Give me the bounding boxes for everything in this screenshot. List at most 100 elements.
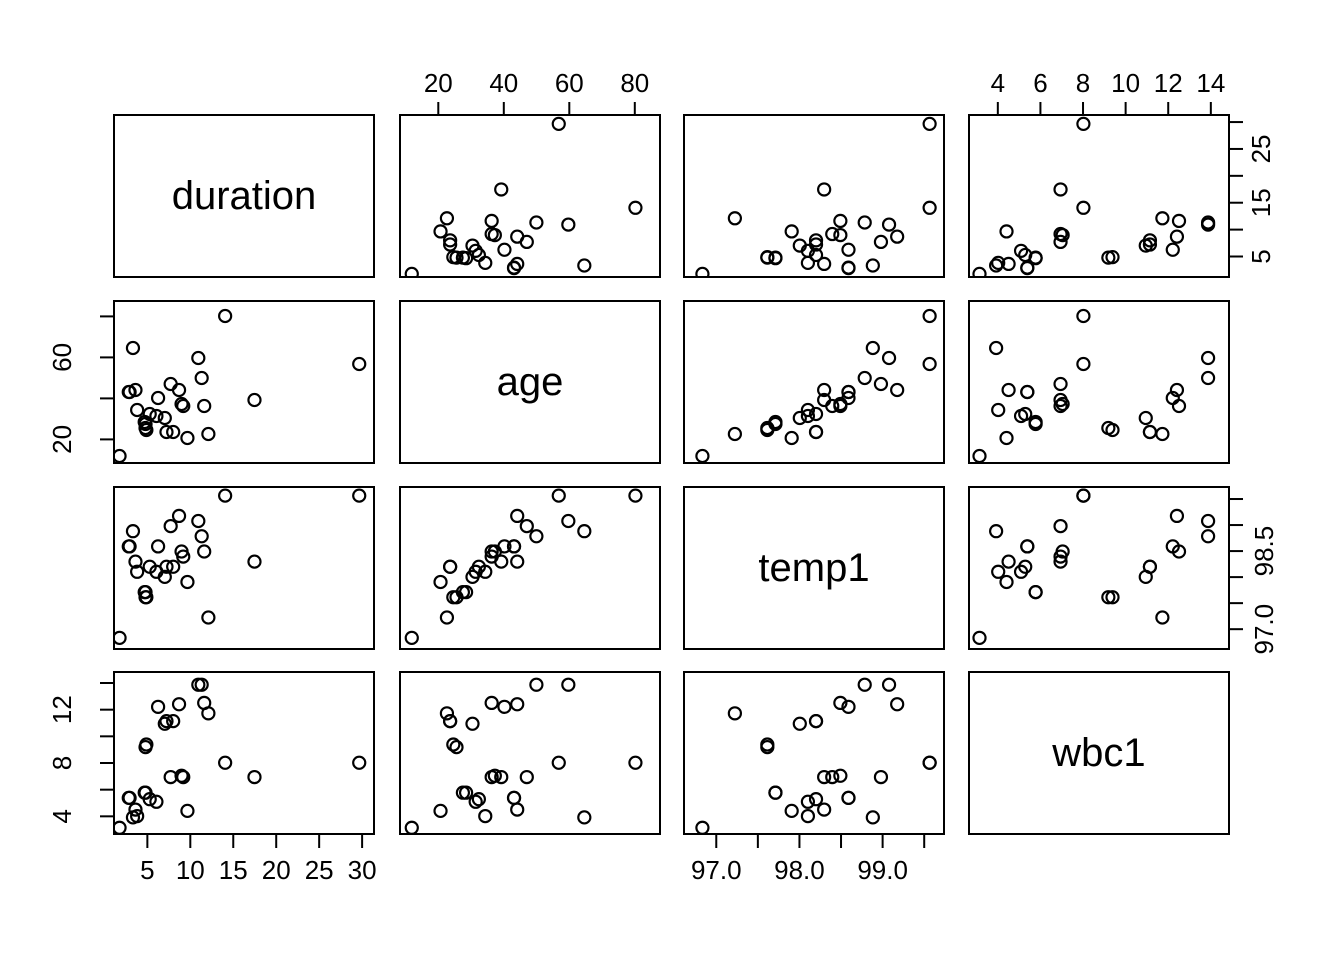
data-point: [1001, 382, 1016, 398]
data-point: [808, 714, 824, 729]
axis-right-temp1: 97.0 98.5: [1230, 486, 1300, 654]
axis-tick-label: 5: [1246, 249, 1276, 263]
data-point: [999, 224, 1014, 239]
data-point: [1076, 488, 1091, 503]
data-point: [529, 677, 544, 692]
data-point: [218, 488, 233, 503]
data-point: [1200, 350, 1216, 366]
data-point: [180, 803, 195, 819]
data-point: [519, 518, 534, 534]
data-point: [201, 426, 216, 442]
data-point: [247, 769, 262, 785]
data-point: [873, 376, 889, 392]
data-point: [727, 706, 743, 721]
axis-tick-label: 25: [305, 855, 334, 885]
data-point: [478, 808, 493, 824]
scatter-points-wbc1-duration: [972, 116, 1216, 276]
data-point: [1155, 610, 1170, 625]
diagonal-panel-wbc1: wbc1: [968, 671, 1230, 835]
data-point: [446, 737, 461, 752]
data-point: [1076, 356, 1091, 372]
axis-tick-label: 14: [1196, 68, 1225, 98]
data-point: [352, 755, 367, 770]
data-point: [1020, 384, 1035, 400]
data-point: [191, 513, 206, 529]
data-point: [881, 217, 897, 232]
data-point: [510, 554, 525, 569]
axis-tick-label: 8: [1076, 68, 1090, 98]
variable-label-wbc1: wbc1: [1052, 730, 1146, 775]
data-point: [1138, 410, 1153, 426]
data-point: [510, 229, 525, 244]
data-point: [784, 430, 799, 446]
data-point: [890, 382, 905, 398]
data-point: [857, 370, 872, 386]
data-point: [171, 508, 187, 524]
data-point: [130, 402, 145, 418]
variable-label-temp1: temp1: [758, 545, 870, 590]
data-point: [510, 802, 525, 817]
data-point: [510, 508, 525, 524]
data-point: [1053, 376, 1068, 392]
diagonal-panel-duration: duration: [113, 114, 375, 278]
axis-tick-label: 80: [620, 68, 649, 98]
data-point: [972, 630, 987, 645]
data-point: [628, 755, 643, 770]
data-point: [494, 554, 509, 569]
data-point: [1053, 518, 1068, 534]
data-point: [191, 350, 206, 366]
data-point: [218, 755, 233, 770]
scatter-points-temp1-age: [695, 308, 937, 462]
data-point: [1171, 213, 1187, 229]
data-point: [1053, 182, 1068, 197]
data-point: [628, 488, 643, 503]
axis-tick-label: 98.5: [1249, 526, 1279, 577]
axis-tick-label: 5: [140, 855, 154, 885]
data-point: [529, 215, 544, 230]
axis-tick-label: 20: [262, 855, 291, 885]
data-point: [163, 376, 178, 392]
data-point: [443, 714, 458, 729]
data-point: [825, 226, 840, 242]
data-point: [497, 242, 512, 257]
data-point: [180, 430, 195, 446]
data-point: [1169, 229, 1185, 244]
data-point: [999, 430, 1014, 446]
data-point: [197, 398, 212, 414]
scatter-points-duration-age: [115, 308, 367, 462]
data-point: [833, 213, 848, 229]
scatter-panel-wbc1-vs-temp1: [968, 486, 1230, 650]
data-point: [857, 677, 872, 692]
data-point: [1142, 424, 1158, 440]
data-point: [817, 182, 832, 197]
data-point: [857, 215, 872, 230]
data-point: [180, 574, 195, 590]
data-point: [808, 424, 824, 440]
data-point: [1200, 513, 1216, 529]
data-point: [561, 677, 576, 692]
scatter-panel-age-vs-temp1: [399, 486, 661, 650]
data-point: [841, 790, 856, 806]
data-point: [695, 820, 710, 833]
data-point: [1105, 422, 1120, 438]
data-point: [1165, 242, 1180, 257]
scatter-panel-age-vs-wbc1: [399, 671, 661, 835]
data-point: [484, 695, 499, 711]
axis-tick-label: 30: [348, 855, 377, 885]
scatter-panel-temp1-vs-duration: [683, 114, 945, 278]
data-point: [443, 559, 458, 574]
axis-top-wbc1: 4 6 8 10 12 14: [968, 54, 1230, 114]
axis-right-duration: 5 15 25: [1230, 114, 1300, 278]
data-point: [808, 792, 824, 807]
scatter-points-wbc1-temp1: [972, 488, 1216, 645]
data-point: [922, 755, 937, 770]
data-point: [150, 699, 166, 714]
data-point: [115, 448, 127, 462]
data-point: [551, 116, 566, 131]
data-point: [551, 755, 566, 770]
data-point: [695, 266, 710, 276]
data-point: [506, 260, 522, 275]
diagonal-panel-temp1: temp1: [683, 486, 945, 650]
data-point: [150, 390, 166, 406]
data-point: [817, 256, 832, 272]
